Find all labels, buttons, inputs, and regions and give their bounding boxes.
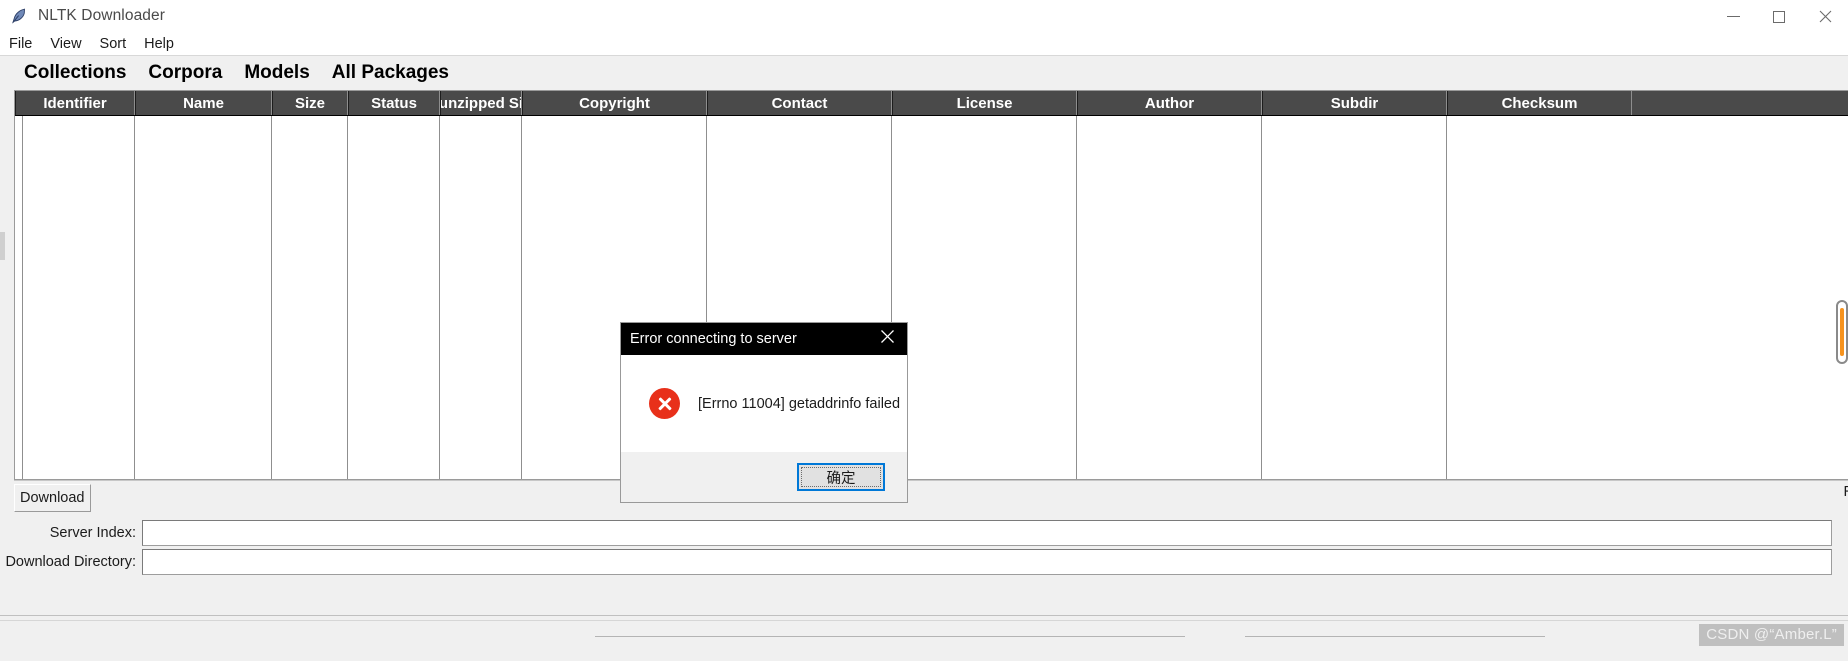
packages-table: Identifier Name Size Status unzipped Si … [14, 90, 1848, 480]
table-header-row: Identifier Name Size Status unzipped Si … [15, 91, 1848, 116]
minimize-icon [1726, 16, 1740, 17]
tab-collections[interactable]: Collections [24, 62, 126, 84]
dialog-ok-button[interactable]: 确定 [797, 463, 885, 491]
scrollbar-thumb[interactable] [1840, 308, 1844, 356]
dialog-close-button[interactable] [867, 323, 907, 355]
status-segment-right [1245, 636, 1545, 650]
minimize-button[interactable] [1710, 0, 1756, 33]
error-dialog: Error connecting to server [Errno 11004]… [620, 322, 908, 503]
dialog-titlebar: Error connecting to server [621, 323, 907, 355]
server-index-label: Server Index: [49, 525, 136, 541]
dialog-body: [Errno 11004] getaddrinfo failed [621, 355, 907, 452]
vertical-scrollbar[interactable] [1836, 300, 1848, 364]
status-segment-left [595, 636, 1185, 650]
column-header-size[interactable]: Size [272, 91, 348, 115]
column-header-subdir[interactable]: Subdir [1262, 91, 1447, 115]
main-panel: Collections Corpora Models All Packages … [0, 55, 1848, 615]
nltk-feather-icon [10, 7, 28, 25]
column-header-status[interactable]: Status [348, 91, 440, 115]
tab-strip: Collections Corpora Models All Packages [0, 56, 1848, 90]
refresh-button[interactable]: R [1844, 484, 1848, 500]
download-directory-input[interactable] [142, 549, 1832, 575]
table-body[interactable] [15, 116, 1848, 479]
column-header-author[interactable]: Author [1077, 91, 1262, 115]
column-header-checksum[interactable]: Checksum [1447, 91, 1632, 115]
download-directory-row: Download Directory: [0, 548, 1848, 576]
menu-item-view[interactable]: View [50, 36, 90, 52]
download-button[interactable]: Download [14, 484, 91, 512]
menu-bar: File View Sort Help [0, 33, 1848, 55]
ok-button-label: 确定 [826, 470, 856, 487]
column-header-copyright[interactable]: Copyright [522, 91, 707, 115]
window-titlebar: NLTK Downloader [0, 0, 1848, 33]
close-icon [880, 329, 895, 349]
dialog-title: Error connecting to server [630, 331, 797, 347]
ok-button-focus-ring: 确定 [801, 467, 881, 487]
error-circle-x-icon [649, 388, 680, 419]
dialog-footer: 确定 [621, 452, 907, 502]
menu-item-help[interactable]: Help [144, 36, 183, 52]
tab-models[interactable]: Models [244, 62, 309, 84]
nltk-downloader-window: NLTK Downloader File View Sort Help Coll… [0, 0, 1848, 661]
column-header-license[interactable]: License [892, 91, 1077, 115]
close-button[interactable] [1802, 0, 1848, 33]
menu-item-sort[interactable]: Sort [100, 36, 136, 52]
dialog-message: [Errno 11004] getaddrinfo failed [698, 395, 901, 412]
window-controls [1710, 0, 1848, 33]
maximize-button[interactable] [1756, 0, 1802, 33]
server-index-input[interactable] [142, 520, 1832, 546]
download-directory-label: Download Directory: [5, 554, 136, 570]
column-header-contact[interactable]: Contact [707, 91, 892, 115]
left-edge-handle[interactable] [0, 232, 5, 260]
tab-all-packages[interactable]: All Packages [332, 62, 449, 84]
maximize-icon [1773, 10, 1785, 23]
close-icon [1819, 10, 1832, 23]
watermark-label: CSDN @“Amber.L” [1699, 624, 1844, 646]
column-header-identifier[interactable]: Identifier [15, 91, 135, 115]
settings-fields: Server Index: Download Directory: [0, 517, 1848, 577]
column-header-name[interactable]: Name [135, 91, 272, 115]
download-bar: Download R [14, 480, 1848, 516]
column-header-unzipped-size[interactable]: unzipped Si [440, 91, 522, 115]
status-bar [0, 621, 1848, 661]
server-index-row: Server Index: [0, 519, 1848, 547]
menu-item-file[interactable]: File [9, 36, 41, 52]
window-title: NLTK Downloader [38, 7, 165, 24]
tab-corpora[interactable]: Corpora [148, 62, 222, 84]
